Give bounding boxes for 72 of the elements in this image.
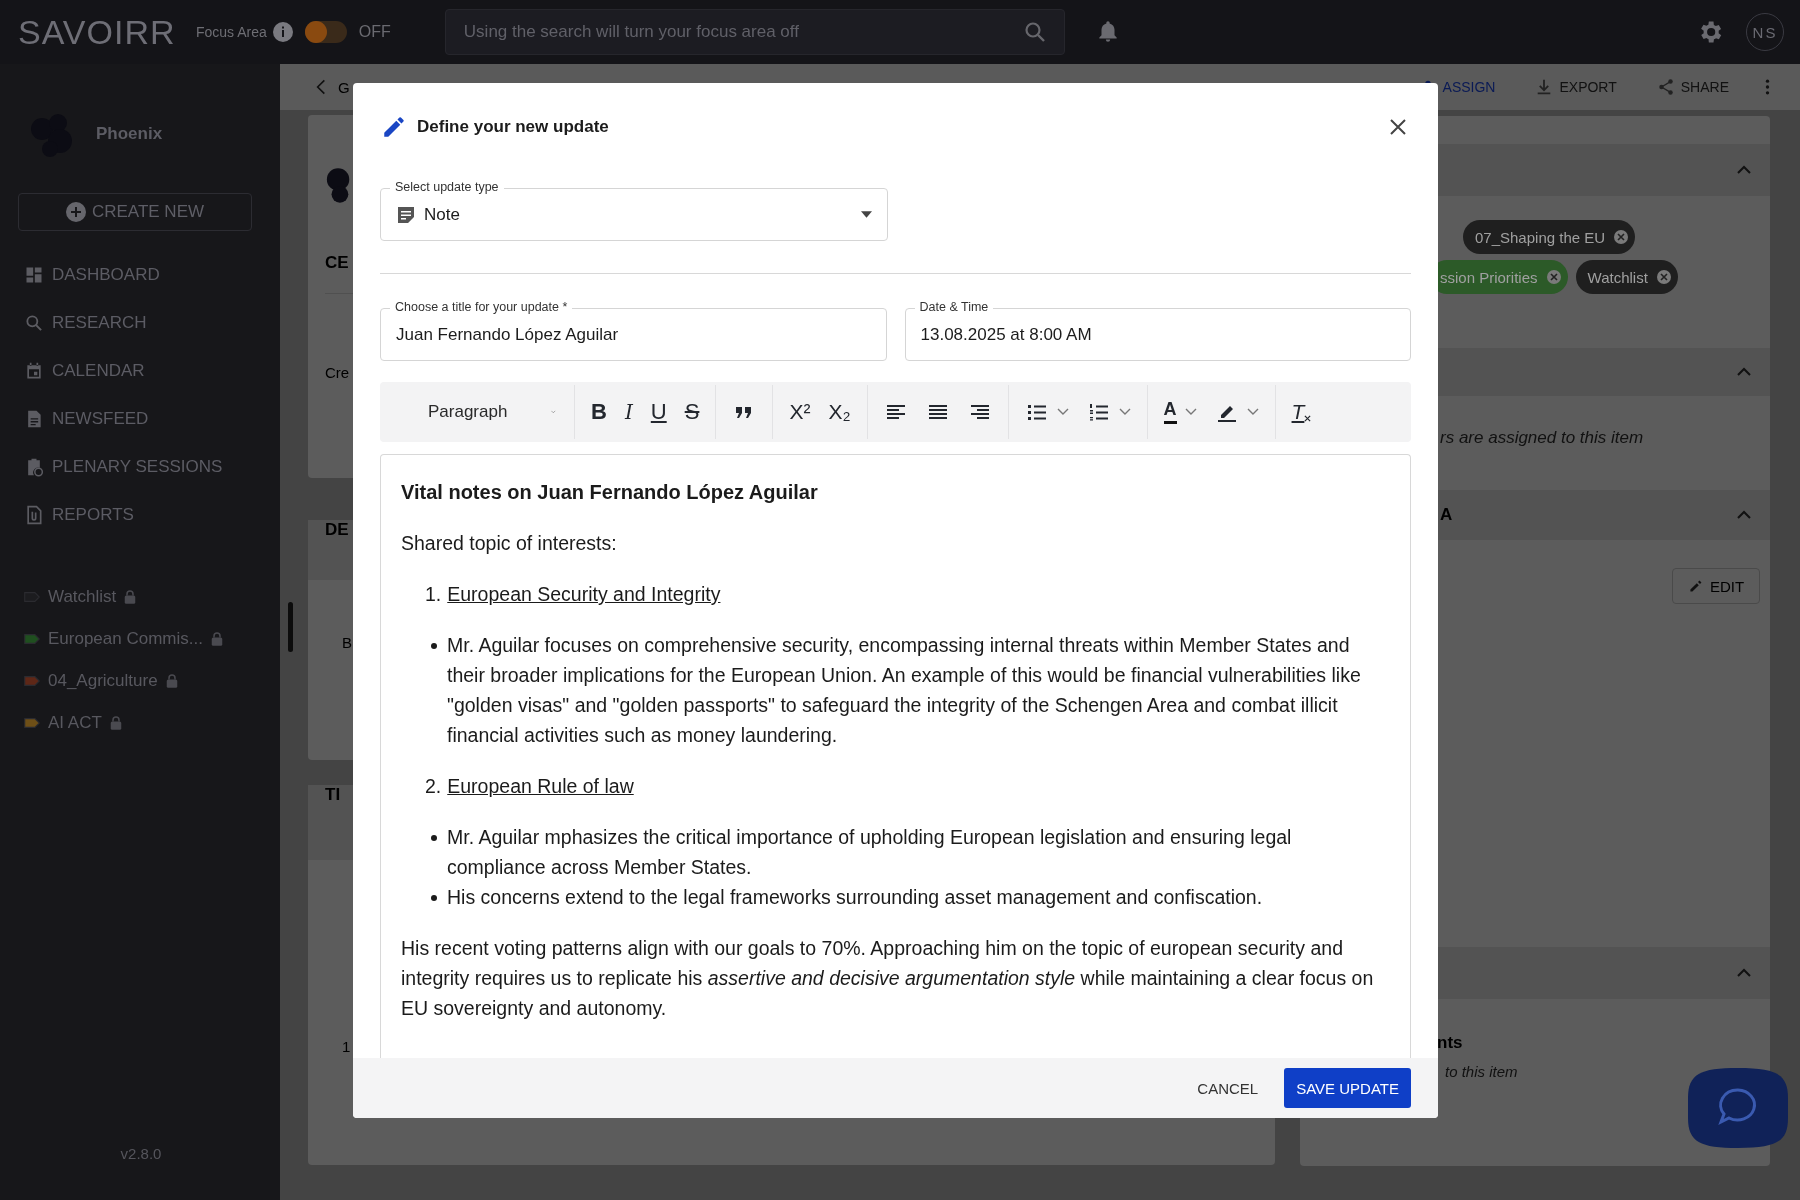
bullet-text: His concerns extend to the legal frameworks surrounding asset management and confiscation. xyxy=(447,885,1264,910)
focus-area-label: Focus Area xyxy=(196,24,267,40)
update-type-select[interactable]: Select update type Note xyxy=(380,179,888,241)
remove-icon[interactable] xyxy=(1613,229,1630,245)
date-time-field[interactable]: Date & Time 13.08.2025 at 8:00 AM xyxy=(904,299,1411,361)
save-update-button[interactable]: SAVE UPDATE xyxy=(1284,1068,1411,1108)
back-icon[interactable] xyxy=(316,78,326,96)
topic-link[interactable]: European Security and Integrity xyxy=(447,579,721,609)
card-heading: DE xyxy=(325,520,349,540)
scrollbar-handle[interactable] xyxy=(288,602,293,652)
plus-icon xyxy=(65,202,86,222)
list-number: 2. xyxy=(425,774,442,799)
card-heading: TI xyxy=(325,785,341,805)
clear-format-button[interactable]: T xyxy=(1285,394,1318,430)
search-icon[interactable] xyxy=(1022,20,1047,44)
dropdown-icon xyxy=(861,211,872,218)
bullet-icon xyxy=(431,895,437,901)
remove-icon[interactable] xyxy=(1545,269,1562,285)
card-text: 1 xyxy=(342,1038,351,1055)
underline-button[interactable]: U xyxy=(644,394,673,430)
calendar-icon xyxy=(24,361,44,381)
section-heading: A xyxy=(1440,505,1453,525)
more-icon[interactable] xyxy=(1765,78,1770,96)
collapse-icon[interactable] xyxy=(1736,968,1752,978)
close-icon[interactable] xyxy=(1388,117,1408,137)
search-icon xyxy=(24,313,44,333)
strike-button[interactable]: S xyxy=(678,394,706,430)
bold-button[interactable]: B xyxy=(585,394,613,430)
note-icon xyxy=(396,204,416,225)
note-heading: Vital notes on Juan Fernando López Aguilar xyxy=(401,480,819,505)
collapse-icon[interactable] xyxy=(1736,367,1752,377)
section-heading: nts xyxy=(1436,1033,1464,1053)
superscript-button[interactable]: X² xyxy=(783,394,817,430)
dialog-title: Define your new update xyxy=(417,117,609,137)
share-icon xyxy=(1656,78,1675,96)
title-field[interactable]: Choose a title for your update * Juan Fernando López Aguilar xyxy=(380,299,887,361)
empty-note: rs are assigned to this item xyxy=(1439,428,1645,448)
pencil-icon xyxy=(381,114,407,140)
text-color-button[interactable]: A xyxy=(1157,394,1203,430)
bullet-text: Mr. Aguilar mphasizes the critical importance of upholding European legislation and ensuring legal compliance across Member States. xyxy=(447,825,1293,880)
search-field[interactable]: Using the search will turn your focus area off xyxy=(444,9,1065,55)
note-paragraph: His recent voting patterns align with our goals to 70%. Approaching him on the topic of european security and integrity requires us to replicate his assertive and decisive argumentation style while maintaining a clear focus on EU sovereignty and autonomy. xyxy=(401,936,1375,1021)
note-paragraph: Shared topic of interests: xyxy=(401,531,618,556)
bullet-icon xyxy=(431,835,437,841)
list-number: 1. xyxy=(425,582,442,607)
chevron-down-icon xyxy=(551,408,556,416)
version-label: v2.8.0 xyxy=(119,1145,162,1162)
workspace-name: Phoenix xyxy=(96,124,163,144)
dashboard-icon xyxy=(24,265,44,285)
card-text: B xyxy=(342,634,352,651)
pencil-icon xyxy=(1687,578,1704,594)
bullet-text: Mr. Aguilar focuses on comprehensive security, encompassing internal threats within Member States and their broader implications for the European Union. An example of this would be financial vulnerabilities like "golden visas" and "golden passports" to safeguard the integrity of the Schengen Area and combat illicit financial activities such as money laundering. xyxy=(447,633,1362,748)
focus-toggle[interactable] xyxy=(304,21,347,43)
collapse-icon[interactable] xyxy=(1736,510,1752,520)
remove-icon[interactable] xyxy=(1655,269,1672,285)
empty-note: to this item xyxy=(1444,1063,1519,1080)
card-heading: CE xyxy=(325,253,349,273)
paragraph-select[interactable]: Paragraph xyxy=(414,402,564,422)
card-text: Cre xyxy=(325,364,350,381)
logo: SAVOIRR xyxy=(18,12,177,52)
info-icon xyxy=(272,22,293,42)
tag-chip[interactable]: 07_Shaping the EU xyxy=(1463,220,1636,254)
cancel-button[interactable]: CANCEL xyxy=(1189,1071,1267,1105)
toggle-label: OFF xyxy=(358,23,392,41)
small-x-icon xyxy=(1304,414,1312,422)
subscript-button[interactable]: X₂ xyxy=(822,394,857,430)
collapse-icon[interactable] xyxy=(1736,165,1752,175)
topic-link[interactable]: European Rule of law xyxy=(447,771,634,801)
bullet-icon xyxy=(431,643,437,649)
italic-button[interactable]: I xyxy=(618,394,639,430)
tag-chip[interactable]: Watchlist xyxy=(1575,260,1678,294)
paperclip-file-icon xyxy=(24,505,44,525)
